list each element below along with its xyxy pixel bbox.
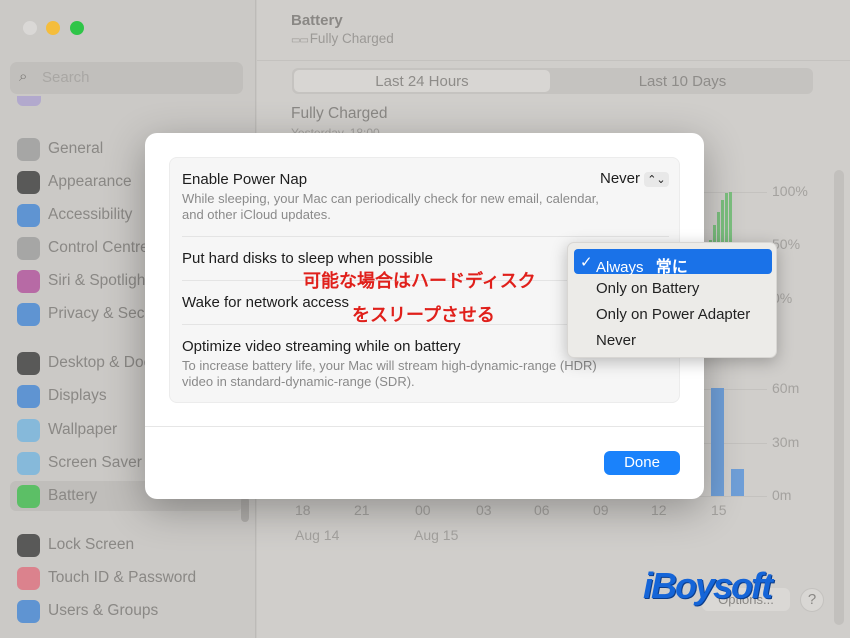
wallpaper-icon	[17, 419, 40, 442]
divider	[145, 426, 704, 427]
sidebar-scrollbar[interactable]	[241, 497, 249, 522]
date-label: Aug 15	[414, 527, 459, 543]
menu-item-only-on-battery[interactable]: Only on Battery	[574, 276, 772, 301]
power-nap-description: While sleeping, your Mac can periodicall…	[182, 191, 599, 222]
usage-bar	[711, 388, 724, 496]
sidebar-item-label: Users & Groups	[48, 602, 159, 619]
hard-disk-sleep-label: Put hard disks to sleep when possible	[182, 250, 433, 267]
menu-item-label: Always	[596, 259, 644, 276]
sidebar-item-label: General	[48, 140, 104, 157]
usage-axis-label: 60m	[772, 380, 800, 396]
x-axis-label: 09	[593, 502, 609, 518]
usage-bar	[731, 469, 744, 496]
x-axis-label: 12	[651, 502, 667, 518]
sidebar-item-label: Appearance	[48, 173, 132, 190]
sidebar-item-label: Touch ID & Password	[48, 569, 197, 586]
desktop-icon	[17, 352, 40, 375]
users-icon	[17, 600, 40, 623]
zoom-button[interactable]	[70, 21, 84, 35]
battery-status-text: Fully Charged	[309, 31, 394, 46]
wake-network-label: Wake for network access	[182, 294, 349, 311]
x-axis-label: 00	[415, 502, 431, 518]
search-input[interactable]: ⌕ Search	[10, 62, 243, 94]
sidebar-item-label: Screen Saver	[48, 454, 142, 471]
x-axis-label: 06	[534, 502, 550, 518]
annotation-always-jp: 常に	[655, 257, 688, 276]
tab-last-10-days[interactable]: Last 10 Days	[554, 70, 811, 92]
charge-status: Fully Charged	[291, 105, 388, 122]
search-icon: ⌕	[19, 68, 28, 85]
profile-icon	[17, 96, 41, 106]
range-segmented-control: Last 24 Hours Last 10 Days	[292, 68, 813, 94]
fingerprint-icon	[17, 567, 40, 590]
sidebar-item-label: Desktop & Dock	[48, 354, 160, 371]
accessibility-icon	[17, 204, 40, 227]
sidebar-item-users-groups[interactable]: Users & Groups	[10, 596, 242, 626]
menu-item-always[interactable]: ✓ Always 常に	[574, 249, 772, 276]
sidebar-item-label: Lock Screen	[48, 536, 135, 553]
power-nap-value: Never	[600, 170, 641, 187]
lock-icon	[17, 534, 40, 557]
hand-icon	[17, 303, 40, 326]
control-centre-icon	[17, 237, 40, 260]
checkmark-icon: ✓	[580, 254, 593, 271]
x-axis-label: 03	[476, 502, 492, 518]
appearance-icon	[17, 171, 40, 194]
divider	[257, 60, 850, 61]
sidebar-item-label: Displays	[48, 387, 107, 404]
power-nap-label: Enable Power Nap	[182, 171, 308, 188]
optimize-video-description: To increase battery life, your Mac will …	[182, 358, 597, 389]
page-title: Battery	[291, 12, 343, 29]
sidebar-item-label: Battery	[48, 487, 98, 504]
annotation-line2: をスリープさせる	[352, 305, 495, 326]
menu-item-only-on-power-adapter[interactable]: Only on Power Adapter	[574, 302, 772, 327]
help-button[interactable]: ?	[800, 588, 824, 612]
main-scrollbar[interactable]	[834, 170, 844, 625]
date-label: Aug 14	[295, 527, 340, 543]
battery-status: ▭▭ Fully Charged	[291, 31, 394, 46]
sun-icon	[17, 385, 40, 408]
battery-icon: ▭▭	[291, 35, 310, 46]
tab-last-24-hours[interactable]: Last 24 Hours	[294, 70, 550, 92]
sidebar-item-label: Siri & Spotlight	[48, 272, 150, 289]
optimize-video-label: Optimize video streaming while on batter…	[182, 338, 461, 355]
iboysoft-watermark: iBoysoft	[643, 565, 773, 606]
x-axis-label: 15	[711, 502, 727, 518]
gear-icon	[17, 138, 40, 161]
minimize-button[interactable]	[46, 21, 60, 35]
sidebar-item-label: Wallpaper	[48, 421, 118, 438]
separator	[182, 236, 669, 237]
sidebar-item-touch-id-password[interactable]: Touch ID & Password	[10, 563, 242, 593]
power-nap-select[interactable]: Never ⌃⌄	[600, 170, 669, 187]
usage-axis-label: 0m	[772, 487, 792, 503]
screensaver-icon	[17, 452, 40, 475]
battery-icon	[17, 485, 40, 508]
hard-disk-sleep-menu: ✓ Always 常に Only on Battery Only on Powe…	[567, 242, 777, 358]
search-placeholder: Search	[42, 69, 90, 86]
close-button[interactable]	[23, 21, 37, 35]
usage-axis-label: 30m	[772, 434, 800, 450]
x-axis-label: 18	[295, 502, 311, 518]
done-button[interactable]: Done	[604, 451, 680, 475]
chevron-up-down-icon: ⌃⌄	[644, 172, 669, 187]
sidebar-item-lock-screen[interactable]: Lock Screen	[10, 530, 242, 560]
sidebar-item-label: Control Centre	[48, 239, 149, 256]
x-axis-label: 21	[354, 502, 370, 518]
siri-icon	[17, 270, 40, 293]
annotation-line1: 可能な場合はハードディスク	[303, 271, 536, 292]
menu-item-never[interactable]: Never	[574, 328, 772, 353]
level-axis-label: 100%	[772, 183, 808, 199]
sidebar-item-label: Accessibility	[48, 206, 133, 223]
